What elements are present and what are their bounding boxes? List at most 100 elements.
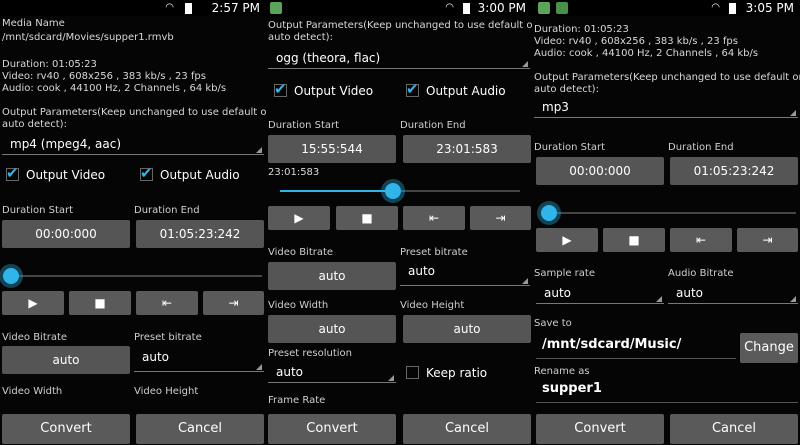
cancel-button[interactable]: Cancel — [403, 414, 531, 444]
audio-bitrate-spinner[interactable]: auto — [668, 282, 798, 304]
arrow-to-end-icon: ⇥ — [495, 211, 506, 225]
dropdown-arrow-icon — [256, 147, 262, 153]
preset-bitrate-label: Preset bitrate — [134, 332, 202, 343]
keep-ratio-label: Keep ratio — [426, 366, 488, 380]
duration-start-field[interactable]: 00:00:000 — [536, 157, 664, 185]
preset-bitrate-spinner[interactable]: auto — [400, 260, 530, 286]
format-value: mp3 — [542, 100, 569, 114]
cancel-button[interactable]: Cancel — [670, 414, 798, 444]
output-params-label-cont: auto detect): — [2, 119, 67, 130]
set-end-button[interactable]: ⇥ — [470, 206, 531, 230]
media-name-label: Media Name — [2, 18, 65, 29]
video-width-label: Video Width — [268, 300, 329, 311]
arrow-to-end-icon: ⇥ — [762, 233, 773, 247]
check-icon: ✔ — [274, 80, 287, 98]
seek-handle[interactable] — [3, 268, 20, 284]
play-icon: ▶ — [28, 296, 38, 310]
format-spinner[interactable]: mp4 (mpeg4, aac) — [2, 133, 264, 155]
change-button[interactable]: Change — [740, 333, 798, 363]
format-value: ogg (theora, flac) — [276, 51, 381, 65]
play-button[interactable]: ▶ — [2, 291, 64, 315]
set-start-button[interactable]: ⇤ — [670, 228, 732, 252]
save-to-field[interactable]: /mnt/sdcard/Music/ — [536, 337, 736, 359]
play-button[interactable]: ▶ — [536, 228, 598, 252]
duration-end-label: Duration End — [668, 142, 734, 153]
output-audio-label: Output Audio — [160, 168, 240, 182]
seek-handle[interactable] — [384, 183, 401, 199]
output-params-label-cont: auto detect): — [534, 84, 599, 95]
duration-end-field[interactable]: 01:05:23:242 — [670, 157, 798, 185]
status-time: 2:57 PM — [211, 1, 260, 15]
video-width-field[interactable]: auto — [268, 315, 396, 343]
output-params-label: Output Parameters(Keep unchanged to use … — [2, 107, 266, 118]
check-icon: ✔ — [140, 164, 153, 182]
wifi-icon: ◠ — [445, 2, 454, 13]
output-video-label: Output Video — [26, 168, 106, 182]
dropdown-arrow-icon — [256, 364, 262, 370]
video-bitrate-field[interactable]: auto — [268, 262, 396, 290]
converter-panel-2: ◠ 3:00 PM Output Parameters(Keep unchang… — [266, 0, 532, 445]
wifi-icon: ◠ — [711, 2, 720, 13]
media-path: /mnt/sdcard/Movies/supper1.rmvb — [2, 32, 174, 43]
set-end-button[interactable]: ⇥ — [737, 228, 798, 252]
set-start-button[interactable]: ⇤ — [403, 206, 465, 230]
seek-bar[interactable] — [6, 275, 262, 277]
keep-ratio-checkbox[interactable]: Keep ratio — [406, 366, 487, 380]
arrow-to-start-icon: ⇤ — [161, 296, 173, 310]
duration-info: Duration: 01:05:23 — [2, 59, 97, 70]
video-bitrate-field[interactable]: auto — [2, 346, 130, 374]
video-height-field[interactable]: auto — [403, 315, 531, 343]
cancel-button[interactable]: Cancel — [136, 414, 264, 444]
output-audio-checkbox[interactable]: ✔ Output Audio — [140, 164, 240, 182]
stop-button[interactable]: ■ — [69, 291, 131, 315]
convert-button[interactable]: Convert — [268, 414, 396, 444]
status-bar: ◠ 3:00 PM — [266, 0, 532, 16]
sample-rate-spinner[interactable]: auto — [536, 282, 664, 304]
rename-as-field[interactable]: supper1 — [536, 381, 798, 403]
output-video-checkbox[interactable]: ✔ Output Video — [6, 164, 106, 182]
check-icon: ✔ — [406, 80, 419, 98]
output-audio-checkbox[interactable]: ✔ Output Audio — [406, 80, 506, 98]
dropdown-arrow-icon — [388, 375, 394, 381]
duration-start-label: Duration Start — [268, 120, 340, 131]
video-height-label: Video Height — [134, 386, 199, 397]
app-notification-icon — [270, 2, 282, 14]
format-spinner[interactable]: mp3 — [534, 96, 798, 118]
arrow-to-start-icon: ⇤ — [428, 211, 440, 225]
video-bitrate-label: Video Bitrate — [268, 247, 334, 258]
status-time: 3:00 PM — [477, 1, 526, 15]
seek-handle[interactable] — [541, 205, 558, 221]
status-bar: ◠ 2:57 PM — [0, 0, 266, 16]
sample-rate-label: Sample rate — [534, 268, 595, 279]
converter-panel-3: ◠ 3:05 PM Duration: 01:05:23 Video: rv40… — [532, 0, 800, 445]
sample-rate-value: auto — [544, 286, 572, 300]
output-video-checkbox[interactable]: ✔ Output Video — [274, 80, 373, 98]
preset-bitrate-spinner[interactable]: auto — [134, 346, 264, 372]
seek-bar[interactable] — [544, 212, 796, 214]
preset-bitrate-label: Preset bitrate — [400, 247, 468, 258]
dropdown-arrow-icon — [656, 296, 662, 302]
format-spinner[interactable]: ogg (theora, flac) — [268, 47, 530, 69]
duration-end-field[interactable]: 23:01:583 — [403, 135, 531, 163]
frame-rate-label: Frame Rate — [268, 395, 326, 406]
stop-button[interactable]: ■ — [336, 206, 398, 230]
set-start-button[interactable]: ⇤ — [136, 291, 198, 315]
status-time: 3:05 PM — [745, 1, 794, 15]
checkbox-box: ✔ — [140, 164, 153, 182]
duration-start-field[interactable]: 15:55:544 — [268, 135, 396, 163]
checkbox-box: ✔ — [6, 164, 19, 182]
play-button[interactable]: ▶ — [268, 206, 330, 230]
app-notification-icon — [538, 2, 550, 14]
preset-bitrate-value: auto — [408, 264, 436, 278]
convert-button[interactable]: Convert — [536, 414, 664, 444]
convert-button[interactable]: Convert — [2, 414, 130, 444]
duration-start-field[interactable]: 00:00:000 — [2, 220, 130, 248]
stop-button[interactable]: ■ — [603, 228, 665, 252]
preset-resolution-spinner[interactable]: auto — [268, 361, 396, 383]
arrow-to-start-icon: ⇤ — [695, 233, 707, 247]
rename-as-label: Rename as — [534, 366, 590, 377]
play-icon: ▶ — [294, 211, 304, 225]
duration-end-field[interactable]: 01:05:23:242 — [136, 220, 264, 248]
dropdown-arrow-icon — [522, 61, 528, 67]
set-end-button[interactable]: ⇥ — [203, 291, 264, 315]
